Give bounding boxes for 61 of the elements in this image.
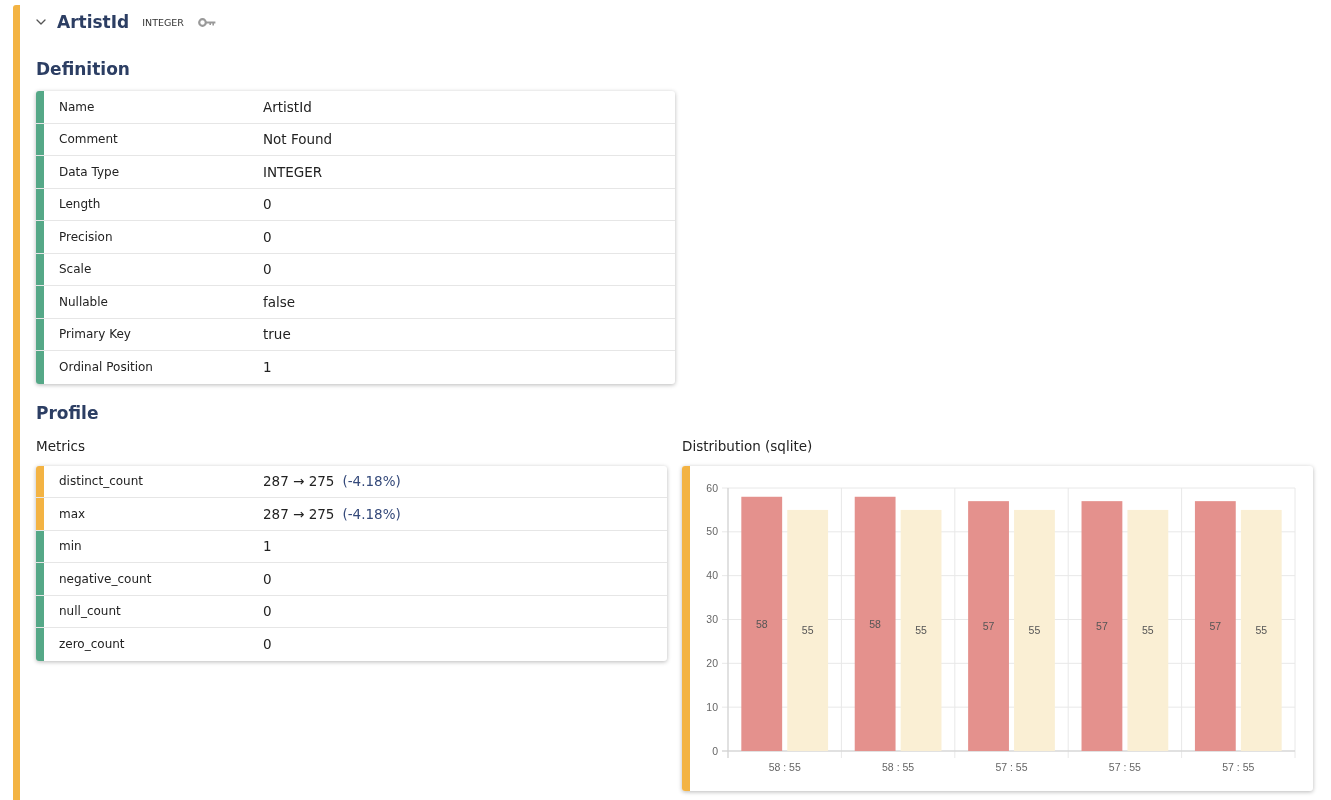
- bar-value-label: 57: [1209, 619, 1222, 632]
- metric-value: 287 → 275: [263, 505, 335, 522]
- metric-value: 0: [263, 603, 272, 620]
- field-label: Name: [58, 99, 95, 114]
- metric-change: (-4.18%): [342, 505, 401, 522]
- x-axis-label: 58 : 55: [882, 760, 915, 773]
- field-value: Not Found: [263, 131, 333, 148]
- bar-value-label: 57: [1096, 619, 1108, 632]
- y-axis-label: 60: [706, 481, 718, 493]
- y-axis-label: 40: [706, 568, 718, 581]
- field-label: Length: [58, 197, 101, 212]
- y-axis-label: 20: [706, 656, 718, 669]
- bar-value-label: 55: [1142, 623, 1154, 636]
- field-value: 0: [263, 261, 272, 278]
- metric-name: min: [58, 539, 82, 554]
- metric-name: max: [58, 506, 86, 521]
- y-axis-label: 10: [706, 700, 718, 713]
- field-label: Ordinal Position: [58, 360, 153, 375]
- metric-name: null_count: [58, 604, 121, 619]
- field-value: false: [263, 293, 296, 310]
- bar-value-label: 58: [755, 617, 768, 630]
- metric-name: zero_count: [58, 637, 125, 652]
- x-axis-label: 57 : 55: [1108, 760, 1141, 773]
- field-value: INTEGER: [263, 163, 323, 180]
- x-axis-label: 57 : 55: [995, 760, 1028, 773]
- column-name: ArtistId: [57, 12, 130, 32]
- y-axis-label: 0: [712, 744, 718, 756]
- chart-title: Distribution (sqlite): [682, 436, 813, 456]
- field-value: 0: [263, 228, 272, 245]
- x-axis-label: 57 : 55: [1222, 760, 1255, 773]
- field-value: 1: [263, 359, 272, 376]
- metric-value: 0: [263, 636, 272, 653]
- metric-name: negative_count: [58, 571, 152, 586]
- metric-value: 287 → 275: [263, 473, 335, 490]
- bar-value-label: 55: [1028, 623, 1041, 636]
- y-axis-label: 30: [706, 612, 718, 625]
- field-label: Scale: [58, 262, 92, 277]
- bar-value-label: 58: [869, 617, 881, 630]
- field-label: Primary Key: [58, 327, 131, 342]
- data-type-label: INTEGER: [142, 16, 184, 28]
- bar-value-label: 57: [982, 619, 995, 632]
- metrics-title: Metrics: [36, 436, 85, 456]
- section-heading: Definition: [36, 58, 130, 81]
- metric-name: distinct_count: [58, 474, 143, 489]
- bar-value-label: 55: [801, 623, 814, 636]
- x-axis-label: 58 : 55: [768, 760, 801, 773]
- field-label: Nullable: [58, 294, 108, 309]
- field-label: Precision: [58, 229, 113, 244]
- y-axis-label: 50: [706, 524, 718, 537]
- field-label: Comment: [58, 132, 118, 147]
- field-value: ArtistId: [263, 98, 312, 115]
- field-label: Data Type: [58, 164, 120, 179]
- bar-value-label: 55: [915, 623, 927, 636]
- field-value: 0: [263, 196, 272, 213]
- metric-change: (-4.18%): [342, 473, 401, 490]
- section-heading: Profile: [36, 401, 99, 425]
- metric-value: 1: [263, 538, 272, 555]
- chevron-down-icon[interactable]: [36, 19, 46, 25]
- field-value: true: [263, 326, 291, 343]
- metric-value: 0: [263, 570, 272, 587]
- bar-value-label: 55: [1255, 623, 1268, 636]
